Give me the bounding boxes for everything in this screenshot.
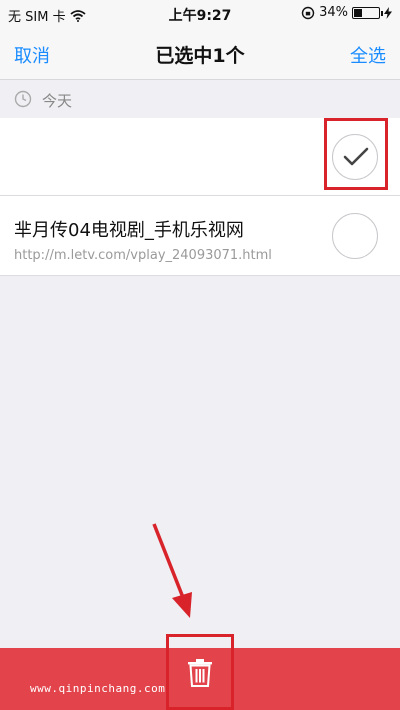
status-right: 34% [301, 5, 392, 20]
history-item-2[interactable]: 芈月传04电视剧_手机乐视网 http://m.letv.com/vplay_2… [0, 196, 400, 276]
charging-icon [384, 6, 392, 19]
orientation-lock-icon [301, 6, 315, 19]
section-label: 今天 [42, 92, 73, 110]
section-header-today: 今天 [0, 82, 400, 118]
battery-fill [354, 8, 362, 17]
history-item-1[interactable] [0, 118, 400, 196]
history-item-url: http://m.letv.com/vplay_24093071.html [14, 248, 272, 263]
annotation-arrow [152, 523, 192, 618]
battery-percent: 34% [319, 5, 348, 20]
battery-cap [381, 10, 383, 16]
delete-bar: www.qinpinchang.com [0, 634, 400, 710]
select-all-button[interactable]: 全选 [350, 42, 386, 68]
annotation-highlight-checkbox [324, 118, 388, 190]
nav-bar: 取消 已选中1个 全选 [0, 28, 400, 80]
select-checkbox[interactable] [332, 213, 378, 259]
annotation-highlight-trash [166, 634, 234, 710]
status-bar: 无 SIM 卡 上午9:27 34% [0, 0, 400, 28]
battery-icon [352, 6, 383, 19]
history-item-title: 芈月传04电视剧_手机乐视网 [14, 220, 244, 241]
watermark-text: www.qinpinchang.com [30, 682, 166, 695]
trash-icon[interactable] [187, 659, 213, 687]
page-title: 已选中1个 [155, 45, 245, 67]
clock-icon [14, 90, 32, 108]
